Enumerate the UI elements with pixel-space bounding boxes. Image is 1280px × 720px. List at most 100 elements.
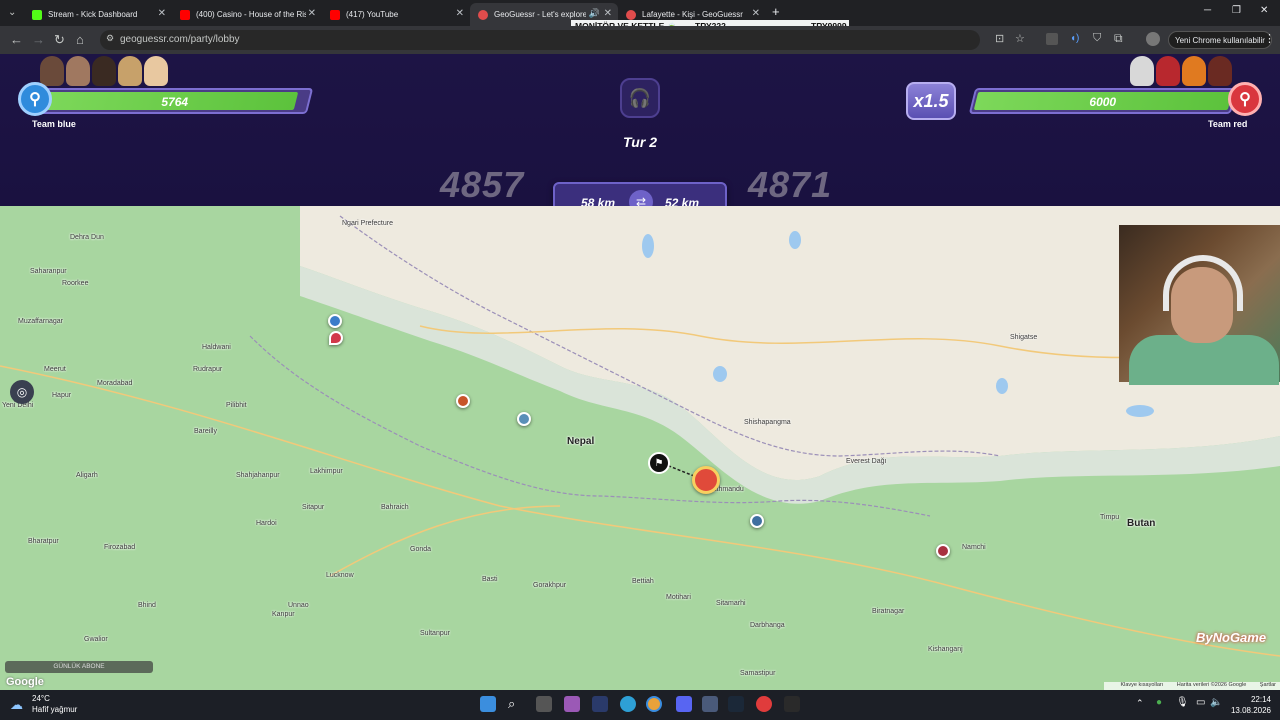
map-layers-icon[interactable]: ◎ xyxy=(10,380,34,404)
search-icon[interactable]: ⌕ xyxy=(508,696,524,712)
poi-label: Shishapangma xyxy=(744,419,791,426)
place-label: Biratnagar xyxy=(872,608,905,615)
close-icon[interactable]: ✕ xyxy=(456,8,464,19)
menu-kebab-icon[interactable]: ⋮ xyxy=(1264,32,1275,45)
install-app-icon[interactable]: ⊡ xyxy=(995,32,1004,45)
tab-title: Stream - Kick Dashboard xyxy=(48,10,138,19)
tray-icon[interactable]: ● xyxy=(1156,697,1162,708)
discord-icon[interactable] xyxy=(676,696,692,712)
home-icon[interactable]: ⌂ xyxy=(76,32,84,47)
team-blue-score: 5764 xyxy=(161,95,189,109)
tab-title: GeoGuessr - Let's explore th xyxy=(494,10,586,19)
result-map[interactable]: Dehra Dun Saharanpur Roorkee Muzaffarnag… xyxy=(0,206,1280,690)
close-icon[interactable]: ✕ xyxy=(308,8,316,19)
copilot-icon[interactable] xyxy=(564,696,580,712)
streamer-webcam xyxy=(1119,225,1280,385)
edge-icon[interactable] xyxy=(620,696,636,712)
place-label: Hardoi xyxy=(256,520,277,527)
app-icon[interactable] xyxy=(756,696,772,712)
close-icon[interactable]: ✕ xyxy=(158,8,166,19)
player-guess-marker[interactable] xyxy=(329,331,343,345)
clock-time[interactable]: 22:14 xyxy=(1225,695,1271,704)
place-label: Hapur xyxy=(52,392,72,399)
place-label: Bhind xyxy=(138,602,156,609)
new-tab-button[interactable]: + xyxy=(772,4,780,19)
minimize-button[interactable]: ─ xyxy=(1204,5,1211,16)
country-label: Butan xyxy=(1127,518,1156,529)
team-blue-score-bar: 5764 xyxy=(36,88,314,114)
place-label: Samastipur xyxy=(740,670,776,677)
place-label: Sultanpur xyxy=(420,630,450,637)
bookmark-star-icon[interactable]: ☆ xyxy=(1015,32,1025,45)
avatar xyxy=(1130,56,1154,86)
team-red-score: 6000 xyxy=(1089,95,1117,109)
place-label: Bettiah xyxy=(632,578,654,585)
weather-description[interactable]: Hafif yağmur xyxy=(32,705,77,714)
player-guess-marker[interactable] xyxy=(692,466,720,494)
close-icon[interactable]: ✕ xyxy=(604,8,612,19)
team-blue-name: Team blue xyxy=(32,119,76,129)
player-guess-marker[interactable] xyxy=(936,544,950,558)
avatar xyxy=(92,56,116,86)
start-windows-icon[interactable] xyxy=(480,696,496,712)
epic-games-icon[interactable] xyxy=(784,696,800,712)
clock-date[interactable]: 13.08.2026 xyxy=(1225,706,1271,715)
weather-temperature[interactable]: 24°C xyxy=(32,694,50,703)
team-red-pin-icon: ⚲ xyxy=(1228,82,1262,116)
place-label: Gorakhpur xyxy=(533,582,567,589)
webcam-headphones xyxy=(1163,255,1243,311)
chrome-update-button[interactable]: Yeni Chrome kullanılabilir xyxy=(1168,31,1272,49)
tab-title: (400) Casino - House of the Ris xyxy=(196,10,306,19)
extension-badge-icon[interactable] xyxy=(1046,33,1058,45)
profile-avatar[interactable] xyxy=(1146,32,1160,46)
place-label: Aligarh xyxy=(76,472,98,479)
team-blue-pin-icon: ⚲ xyxy=(18,82,52,116)
place-label: Gwalior xyxy=(84,636,108,643)
app-icon[interactable] xyxy=(702,696,718,712)
close-window-button[interactable]: ✕ xyxy=(1260,5,1268,16)
microphone-icon[interactable]: 🎙 xyxy=(1176,697,1189,708)
player-guess-marker[interactable] xyxy=(517,412,531,426)
tab-search-icon[interactable]: ⌄ xyxy=(8,7,16,18)
task-view-icon[interactable] xyxy=(536,696,552,712)
photoshop-icon[interactable] xyxy=(592,696,608,712)
steam-icon[interactable] xyxy=(728,696,744,712)
place-label: Shahjahanpur xyxy=(236,472,280,479)
place-label: Unnao xyxy=(288,602,309,609)
reload-icon[interactable]: ↻ xyxy=(54,32,65,48)
youtube-favicon-icon xyxy=(180,9,190,20)
close-icon[interactable]: ✕ xyxy=(752,8,760,19)
weather-cloud-icon[interactable]: ☁ xyxy=(10,697,23,713)
audio-playing-icon[interactable]: 🔊 xyxy=(589,8,600,19)
extensions-puzzle-icon[interactable]: ⧉ xyxy=(1114,31,1123,46)
chrome-icon[interactable] xyxy=(646,696,662,712)
place-label: Namchi xyxy=(962,544,986,551)
forward-arrow-icon[interactable]: → xyxy=(32,32,45,47)
url-text[interactable]: geoguessr.com/party/lobby xyxy=(120,34,240,45)
omnibox[interactable]: ⚙ geoguessr.com/party/lobby ⊡ ☆ xyxy=(100,30,1025,50)
shield-icon[interactable]: ⛉ xyxy=(1093,32,1101,45)
player-guess-marker[interactable] xyxy=(750,514,764,528)
player-guess-marker[interactable] xyxy=(456,394,470,408)
chevron-up-icon[interactable]: ⌃ xyxy=(1136,698,1144,709)
extension-audio-icon[interactable]: ◖) xyxy=(1070,33,1079,44)
tab-kick-dashboard[interactable]: Stream - Kick Dashboard ✕ xyxy=(24,3,172,26)
volume-icon[interactable]: 🔈 xyxy=(1210,697,1222,708)
flag-icon[interactable]: ⚑ xyxy=(648,452,670,474)
map-attribution: Klavye kısayolları Harita verileri ©2026… xyxy=(1104,682,1280,690)
tab-casino[interactable]: (400) Casino - House of the Ris ✕ xyxy=(172,3,322,26)
maximize-button[interactable]: ❐ xyxy=(1232,5,1241,16)
avatar xyxy=(144,56,168,86)
player-guess-marker[interactable] xyxy=(328,314,342,328)
keyboard-shortcuts-link[interactable]: Klavye kısayolları xyxy=(1120,682,1163,688)
site-info-icon[interactable]: ⚙ xyxy=(106,33,114,44)
terms-link[interactable]: Şartlar xyxy=(1260,682,1276,688)
back-arrow-icon[interactable]: ← xyxy=(10,32,23,47)
place-label: Rudrapur xyxy=(193,366,223,373)
place-label: Bahraich xyxy=(381,504,409,511)
place-label: Kanpur xyxy=(272,611,295,618)
place-label: Roorkee xyxy=(62,280,89,287)
tab-youtube[interactable]: (417) YouTube ✕ xyxy=(322,3,470,26)
damage-multiplier-badge: x1.5 xyxy=(906,82,956,120)
monitor-icon[interactable]: ▭ xyxy=(1196,697,1205,708)
